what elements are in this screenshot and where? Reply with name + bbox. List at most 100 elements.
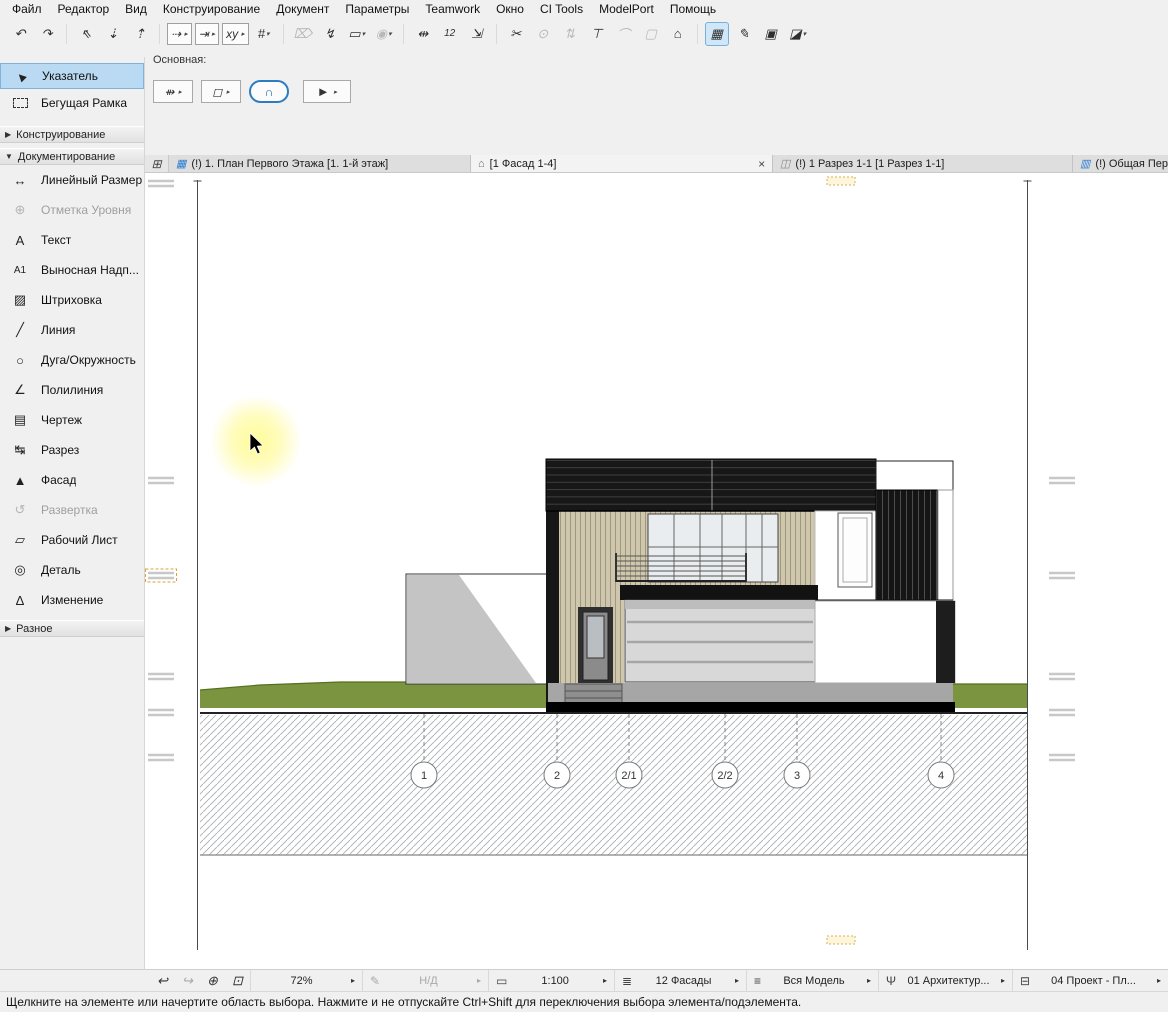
elevation-icon: ⌂ <box>478 158 485 170</box>
menu-item-file[interactable]: Файл <box>4 0 50 17</box>
menu-item-document[interactable]: Документ <box>268 0 337 17</box>
scale-control[interactable]: ▭ 1:100 ▸ <box>488 970 614 991</box>
menu-item-teamwork[interactable]: Teamwork <box>417 0 488 17</box>
frame-button[interactable]: ▢ <box>639 22 663 46</box>
construction-square-button[interactable]: ▭▾ <box>345 22 369 46</box>
tab-label: [1 Фасад 1-4] <box>490 158 557 170</box>
tool-polyline[interactable]: ∠ Полилиния <box>0 375 144 405</box>
selected-story-marker[interactable] <box>146 569 177 582</box>
tool-change[interactable]: Δ Изменение <box>0 585 144 615</box>
tool-pointer[interactable]: ▲ Указатель <box>0 63 144 89</box>
tool-marquee[interactable]: Бегущая Рамка <box>0 89 144 117</box>
zoom-level-control[interactable]: 72% ▸ <box>250 970 362 991</box>
tool-linear-dimension[interactable]: ↔ Линейный Размер <box>0 165 144 195</box>
floor-plan-icon: ▦ <box>176 157 186 170</box>
tool-section[interactable]: ↹ Разрез <box>0 435 144 465</box>
menu-item-options[interactable]: Параметры <box>337 0 417 17</box>
tool-text[interactable]: A Текст <box>0 225 144 255</box>
zoom-selection-button[interactable]: ⊙ <box>531 22 555 46</box>
tool-line[interactable]: ╱ Линия <box>0 315 144 345</box>
tab-perspective[interactable]: ▥ (!) Общая Пер <box>1073 155 1168 172</box>
elevate-button[interactable]: ⊤ <box>585 22 609 46</box>
dropdown-arrow-icon: ▾ <box>803 30 807 38</box>
quick-select-button[interactable]: ⇖ <box>74 22 98 46</box>
guide-lines-button[interactable]: ⇢▸ <box>167 23 192 45</box>
split-button[interactable]: ✂ <box>504 22 528 46</box>
close-tab-icon[interactable]: × <box>748 157 765 171</box>
frame-icon: ▢ <box>645 26 657 42</box>
pen-set-na-control[interactable]: ✎ Н/Д ▸ <box>362 970 488 991</box>
menu-item-window[interactable]: Окно <box>488 0 532 17</box>
drawing-canvas[interactable]: 1 2 2/1 2/2 <box>145 173 1168 969</box>
flyout-arrow-icon: ▸ <box>241 30 245 38</box>
zoom-level-value: 72% <box>258 975 345 987</box>
roof-accessories-button[interactable]: ⌂ <box>666 22 690 46</box>
pen-button[interactable]: ✎ <box>732 22 756 46</box>
align-vertical-button[interactable]: ⇅ <box>558 22 582 46</box>
dropdown-arrow-icon: ▾ <box>266 30 270 38</box>
magic-wand-button[interactable]: ↯ <box>318 22 342 46</box>
geometry-method-button[interactable]: ⇻▸ <box>153 80 193 103</box>
tool-hatch[interactable]: ▨ Штриховка <box>0 285 144 315</box>
anchor-point-button[interactable]: ◉▾ <box>372 22 396 46</box>
undo-button[interactable]: ↶ <box>8 22 32 46</box>
menu-item-help[interactable]: Помощь <box>662 0 724 17</box>
zoom-in-button[interactable]: ⊕ <box>200 970 225 991</box>
flyout-arrow-icon: ▸ <box>212 30 216 38</box>
svg-text:3: 3 <box>794 770 800 782</box>
marquee-method-button[interactable]: ◻▸ <box>201 80 241 103</box>
arrow-tool-button[interactable]: ►▸ <box>303 80 351 103</box>
tool-level-mark[interactable]: ⊕ Отметка Уровня <box>0 195 144 225</box>
selection-feedback-button[interactable]: ▦ <box>705 22 729 46</box>
dropdown-arrow-icon: ▾ <box>362 30 366 38</box>
reference-marker-top[interactable] <box>827 177 855 185</box>
stretch-button[interactable]: ⇲ <box>465 22 489 46</box>
fit-in-window-button[interactable]: ⊡ <box>225 970 250 991</box>
fit-in-window-icon: ⊡ <box>232 973 243 989</box>
tab-floor-plan[interactable]: ▦ (!) 1. План Первого Этажа [1. 1-й этаж… <box>169 155 471 172</box>
previous-zoom-button[interactable]: ↩ <box>150 970 175 991</box>
tool-arc-circle[interactable]: ○ Дуга/Окружность <box>0 345 144 375</box>
move-button[interactable]: ⇹ <box>411 22 435 46</box>
menu-item-editor[interactable]: Редактор <box>50 0 118 17</box>
reference-marker-bottom[interactable] <box>827 936 855 944</box>
tool-label[interactable]: A1 Выносная Надп... <box>0 255 144 285</box>
pick-up-parameters-button[interactable]: ⇣ <box>101 22 125 46</box>
magnet-toggle-button[interactable]: ∩ <box>249 80 289 103</box>
menu-item-ci-tools[interactable]: CI Tools <box>532 0 591 17</box>
label-tool-icon: A1 <box>8 265 32 276</box>
tool-elevation[interactable]: ▲ Фасад <box>0 465 144 495</box>
toolbox-section-design[interactable]: ▶ Конструирование <box>0 126 144 143</box>
quad-view-button[interactable]: ⊞ <box>145 155 169 172</box>
pointer-icon: ▲ <box>7 62 35 90</box>
copy-settings-button[interactable]: ▣ <box>759 22 783 46</box>
menu-item-design[interactable]: Конструирование <box>155 0 268 17</box>
tab-elevation[interactable]: ⌂ [1 Фасад 1-4] × <box>471 155 773 172</box>
arrow-tool-icon: ► <box>317 84 330 99</box>
snap-guides-button[interactable]: ⇥▸ <box>195 23 220 45</box>
model-filter-control[interactable]: ≡ Вся Модель ▸ <box>746 970 878 991</box>
fill-button[interactable]: ◪▾ <box>786 22 810 46</box>
tool-label: Разрез <box>41 443 79 457</box>
toolbox-section-documentation[interactable]: ▼ Документирование <box>0 148 144 165</box>
redo-button[interactable]: ↷ <box>35 22 59 46</box>
tool-detail[interactable]: ◎ Деталь <box>0 555 144 585</box>
menu-item-view[interactable]: Вид <box>117 0 155 17</box>
next-zoom-button[interactable]: ↪ <box>175 970 200 991</box>
inject-parameters-button[interactable]: ⇡ <box>128 22 152 46</box>
pen-set-control[interactable]: Ψ 01 Архитектур... ▸ <box>878 970 1012 991</box>
dimension-12-button[interactable]: 12 <box>438 22 462 46</box>
snap-grid-button[interactable]: #▾ <box>252 22 276 46</box>
coordinates-button[interactable]: xy▸ <box>222 23 249 45</box>
tool-worksheet[interactable]: ▱ Рабочий Лист <box>0 525 144 555</box>
fillet-button[interactable]: ⌒ <box>612 22 636 46</box>
toolbox-section-misc[interactable]: ▶ Разное <box>0 620 144 637</box>
menu-item-modelport[interactable]: ModelPort <box>591 0 662 17</box>
tool-drawing[interactable]: ▤ Чертеж <box>0 405 144 435</box>
layout-control[interactable]: ⊟ 04 Проект - Пл... ▸ <box>1012 970 1168 991</box>
marquee-method-icon: ◻ <box>212 85 222 99</box>
layer-combination-control[interactable]: ≣ 12 Фасады ▸ <box>614 970 746 991</box>
eraser-button[interactable]: ⌦ <box>291 22 315 46</box>
tool-interior-elevation[interactable]: ↺ Развертка <box>0 495 144 525</box>
tab-section[interactable]: ◫ (!) 1 Разрез 1-1 [1 Разрез 1-1] <box>773 155 1073 172</box>
